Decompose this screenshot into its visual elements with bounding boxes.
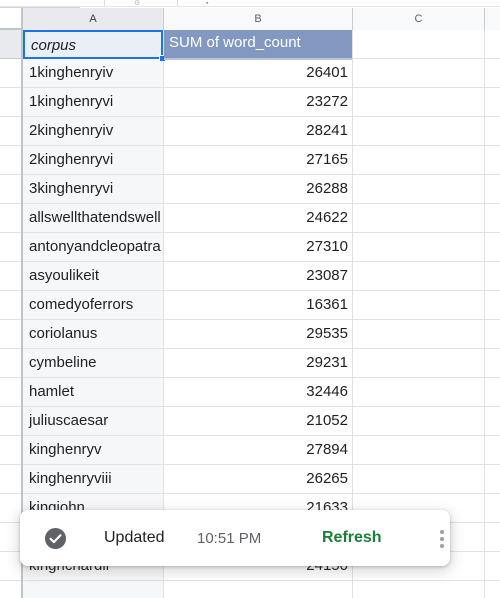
pivot-row-label-cell[interactable]: 3kinghenryvi [23,175,163,203]
grid-column-line [484,30,485,598]
pivot-row-label-cell[interactable]: juliuscaesar [23,407,163,435]
pivot-value-cell[interactable]: 21052 [164,407,352,435]
pivot-row-label-cell[interactable]: asyoulikeit [23,262,163,290]
row-header-cell[interactable] [0,204,21,233]
pivot-value-cell[interactable]: 27310 [164,233,352,261]
pivot-value-cell[interactable]: 23272 [164,88,352,116]
row-header-cell[interactable] [0,407,21,436]
pivot-value-cell[interactable]: 16361 [164,291,352,319]
row-header-cell[interactable] [0,175,21,204]
toast-timestamp: 10:51 PM [197,530,262,547]
pivot-value-cell[interactable]: 23087 [164,262,352,290]
row-header-cell[interactable] [0,436,21,465]
pivot-value-cell[interactable]: 26288 [164,175,352,203]
pivot-row-field-label: corpus [31,37,77,54]
pivot-value-cell[interactable]: 24622 [164,204,352,232]
pivot-row-label-cell[interactable]: allswellthatendswell [23,204,163,232]
kebab-menu-icon[interactable] [434,530,450,548]
check-circle-icon [44,527,67,550]
pivot-row-label-cell[interactable]: 2kinghenryvi [23,146,163,174]
row-header-cell[interactable] [0,262,21,291]
refresh-button[interactable]: Refresh [322,526,382,550]
row-header-cell[interactable] [0,59,21,88]
selected-cell-a1[interactable]: corpus [23,30,163,59]
pivot-row-label-cell[interactable]: kinghenryviii [23,465,163,493]
row-header-cell[interactable] [0,523,21,552]
row-header-cell[interactable] [0,291,21,320]
grid-row-line [23,580,500,581]
row-header-cell[interactable] [0,494,21,523]
row-header-cell[interactable] [0,465,21,494]
pivot-row-label-cell[interactable]: hamlet [23,378,163,406]
column-header-a[interactable]: A [23,8,164,30]
row-header-cell[interactable] [0,349,21,378]
toolbar-fragment: ⚙ ▪ [0,0,500,8]
pivot-row-label-cell[interactable]: cymbeline [23,349,163,377]
column-header-d[interactable] [485,8,500,30]
pivot-value-header-cell-b1[interactable]: SUM of word_count [164,30,352,58]
pivot-value-cell[interactable]: 26401 [164,59,352,87]
pivot-value-cell[interactable]: 27894 [164,436,352,464]
update-toast: Updated 10:51 PM Refresh [20,510,450,566]
column-header-row: A B C [0,8,500,30]
column-header-b[interactable]: B [164,8,353,30]
row-header-cell[interactable] [0,378,21,407]
pivot-value-cell[interactable]: 28241 [164,117,352,145]
row-header-cell[interactable] [0,320,21,349]
pivot-row-label-cell[interactable]: coriolanus [23,320,163,348]
pivot-value-cell[interactable]: 29535 [164,320,352,348]
column-header-c[interactable]: C [353,8,485,30]
kebab-dot [440,537,444,541]
pivot-value-cell[interactable]: 32446 [164,378,352,406]
pivot-value-cell[interactable]: 29231 [164,349,352,377]
pivot-row-label-cell[interactable]: 2kinghenryiv [23,117,163,145]
pivot-value-cell[interactable]: 26265 [164,465,352,493]
row-header-cell[interactable] [0,146,21,175]
pivot-row-label-cell[interactable]: comedyoferrors [23,291,163,319]
row-header-cell[interactable] [0,117,21,146]
pivot-row-label-cell[interactable]: 1kinghenryvi [23,88,163,116]
toast-status-text: Updated [104,529,165,546]
kebab-dot [440,544,444,548]
row-header-cell[interactable] [0,552,21,581]
pivot-row-label-cell[interactable]: 1kinghenryiv [23,59,163,87]
row-header-cell[interactable] [0,88,21,117]
pivot-row-label-cell[interactable]: kinghenryv [23,436,163,464]
pivot-value-field-label: SUM of word_count [169,34,301,51]
select-all-corner-button[interactable] [0,8,23,30]
spreadsheet-app: ⚙ ▪ A B C corpus SUM of word_count 1king… [0,0,500,598]
row-header-cell[interactable] [0,233,21,262]
row-header-gutter [0,30,23,598]
row-header-cell[interactable] [0,30,21,59]
pivot-row-label-cell[interactable]: antonyandcleopatra [23,233,163,261]
kebab-dot [440,530,444,534]
pivot-value-cell[interactable]: 27165 [164,146,352,174]
